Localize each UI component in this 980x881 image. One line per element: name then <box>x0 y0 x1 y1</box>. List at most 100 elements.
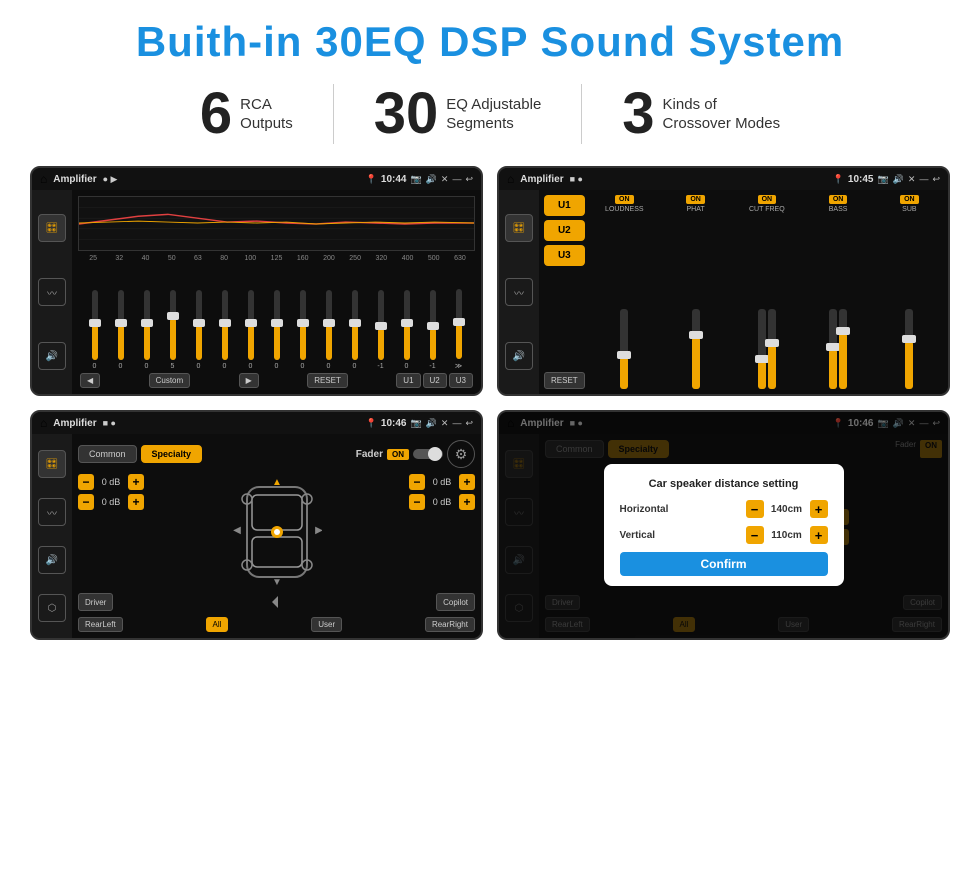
fader-home-icon[interactable]: ⌂ <box>40 416 47 430</box>
ch-bass-on: ON <box>829 195 848 204</box>
crossover-screen: ⌂ Amplifier ■ ● 📍 10:45 📷 🔊 ✕ — ↩ 🎛 <box>497 166 950 396</box>
xover-volume-icon: 🔊 <box>893 174 904 185</box>
xover-home-icon[interactable]: ⌂ <box>507 172 514 186</box>
stat-rca-line2: Outputs <box>240 114 293 134</box>
copilot-btn[interactable]: Copilot <box>436 593 475 611</box>
confirm-button[interactable]: Confirm <box>620 552 828 576</box>
fader-back-icon[interactable]: ↩ <box>465 418 473 429</box>
tab-common[interactable]: Common <box>78 445 137 463</box>
horizontal-control: − 140cm + <box>746 500 828 518</box>
eq-status-icons: ● ▶ <box>103 174 118 185</box>
svg-text:◀: ◀ <box>233 525 241 536</box>
fader-tune-icon[interactable]: 🎛 <box>38 450 66 478</box>
xover-status-bar: ⌂ Amplifier ■ ● 📍 10:45 📷 🔊 ✕ — ↩ <box>499 168 948 190</box>
db-val-1: 0 dB <box>97 477 125 487</box>
slider-5: 0 <box>186 290 211 370</box>
fader-settings-icon[interactable]: ⚙ <box>447 440 475 468</box>
xover-u3-btn[interactable]: U3 <box>544 245 585 266</box>
u3-btn[interactable]: U3 <box>449 373 473 388</box>
eq-status-bar: ⌂ Amplifier ● ▶ 📍 10:44 📷 🔊 ✕ — ↩ <box>32 168 481 190</box>
fader-bottom-labels: Driver Copilot <box>78 590 475 611</box>
xover-reset-btn[interactable]: RESET <box>544 372 585 389</box>
close-icon[interactable]: ✕ <box>441 174 449 185</box>
db-plus-4[interactable]: + <box>459 494 475 510</box>
freq-80: 80 <box>211 255 237 262</box>
eq-title: Amplifier <box>53 174 96 185</box>
vertical-control: − 110cm + <box>746 526 828 544</box>
slider-13: 0 <box>394 290 419 370</box>
db-minus-2[interactable]: − <box>78 494 94 510</box>
freq-250: 250 <box>342 255 368 262</box>
xover-u1-btn[interactable]: U1 <box>544 195 585 216</box>
freq-125: 125 <box>263 255 289 262</box>
freq-200: 200 <box>316 255 342 262</box>
fader-main: Common Specialty Fader ON ⚙ <box>72 434 481 638</box>
stats-row: 6 RCA Outputs 30 EQ Adjustable Segments … <box>30 84 950 144</box>
db-plus-3[interactable]: + <box>459 474 475 490</box>
fader-expand-icon[interactable]: ⬡ <box>38 594 66 622</box>
prev-btn[interactable]: ◀ <box>80 373 100 388</box>
ch-sub: ON SUB <box>876 195 943 389</box>
horizontal-minus[interactable]: − <box>746 500 764 518</box>
slider-2: 0 <box>108 290 133 370</box>
rearright-btn[interactable]: RearRight <box>425 617 475 632</box>
xover-minimize-icon[interactable]: — <box>919 174 928 184</box>
xover-camera-icon: 📷 <box>877 174 888 185</box>
xover-tune-icon[interactable]: 🎛 <box>505 214 533 242</box>
u2-btn[interactable]: U2 <box>423 373 447 388</box>
xover-wave-icon[interactable]: 〰 <box>505 278 533 306</box>
fader-title: Amplifier <box>53 418 96 429</box>
fader-close-icon[interactable]: ✕ <box>441 418 449 429</box>
minimize-icon[interactable]: — <box>452 174 461 184</box>
db-minus-4[interactable]: − <box>409 494 425 510</box>
fader-wave-icon[interactable]: 〰 <box>38 498 66 526</box>
freq-500: 500 <box>421 255 447 262</box>
all-btn[interactable]: All <box>206 617 229 632</box>
stat-eq: 30 EQ Adjustable Segments <box>334 85 582 143</box>
freq-630: 630 <box>447 255 473 262</box>
driver-btn[interactable]: Driver <box>78 593 113 611</box>
tab-specialty[interactable]: Specialty <box>141 445 203 463</box>
right-db-controls: − 0 dB + − 0 dB + <box>409 474 475 590</box>
custom-btn[interactable]: Custom <box>149 373 191 388</box>
play-btn[interactable]: ▶ <box>239 373 259 388</box>
xover-presets: U1 U2 U3 RESET <box>544 195 585 389</box>
fader-toggle[interactable] <box>413 449 443 459</box>
vertical-plus[interactable]: + <box>810 526 828 544</box>
ch-loudness-on: ON <box>615 195 634 204</box>
distance-dialog-overlay: Car speaker distance setting Horizontal … <box>499 412 948 638</box>
vertical-label: Vertical <box>620 530 656 541</box>
db-val-2: 0 dB <box>97 497 125 507</box>
db-plus-2[interactable]: + <box>128 494 144 510</box>
db-minus-1[interactable]: − <box>78 474 94 490</box>
eq-wave-icon[interactable]: 〰 <box>38 278 66 306</box>
freq-32: 32 <box>106 255 132 262</box>
eq-tune-icon[interactable]: 🎛 <box>38 214 66 242</box>
screens-grid: ⌂ Amplifier ● ▶ 📍 10:44 📷 🔊 ✕ — ↩ 🎛 <box>30 166 950 640</box>
xover-back-icon[interactable]: ↩ <box>932 174 940 185</box>
eq-vol-icon[interactable]: 🔊 <box>38 342 66 370</box>
fader-location-icon: 📍 <box>366 418 377 429</box>
back-icon[interactable]: ↩ <box>465 174 473 185</box>
horizontal-plus[interactable]: + <box>810 500 828 518</box>
fader-on-badge: ON <box>387 449 409 460</box>
freq-63: 63 <box>185 255 211 262</box>
db-minus-3[interactable]: − <box>409 474 425 490</box>
xover-close-icon[interactable]: ✕ <box>908 174 916 185</box>
vertical-minus[interactable]: − <box>746 526 764 544</box>
home-icon[interactable]: ⌂ <box>40 172 47 186</box>
u1-btn[interactable]: U1 <box>396 373 420 388</box>
freq-40: 40 <box>132 255 158 262</box>
ch-loudness: ON LOUDNESS <box>591 195 658 389</box>
fader-vol-icon[interactable]: 🔊 <box>38 546 66 574</box>
reset-btn[interactable]: RESET <box>307 373 348 388</box>
xover-vol-icon[interactable]: 🔊 <box>505 342 533 370</box>
fader-minimize-icon[interactable]: — <box>452 418 461 428</box>
xover-u2-btn[interactable]: U2 <box>544 220 585 241</box>
db-plus-1[interactable]: + <box>128 474 144 490</box>
user-btn[interactable]: User <box>311 617 342 632</box>
xover-location-icon: 📍 <box>833 174 844 185</box>
stat-crossover: 3 Kinds of Crossover Modes <box>582 85 820 143</box>
rearleft-btn[interactable]: RearLeft <box>78 617 123 632</box>
xover-title: Amplifier <box>520 174 563 185</box>
